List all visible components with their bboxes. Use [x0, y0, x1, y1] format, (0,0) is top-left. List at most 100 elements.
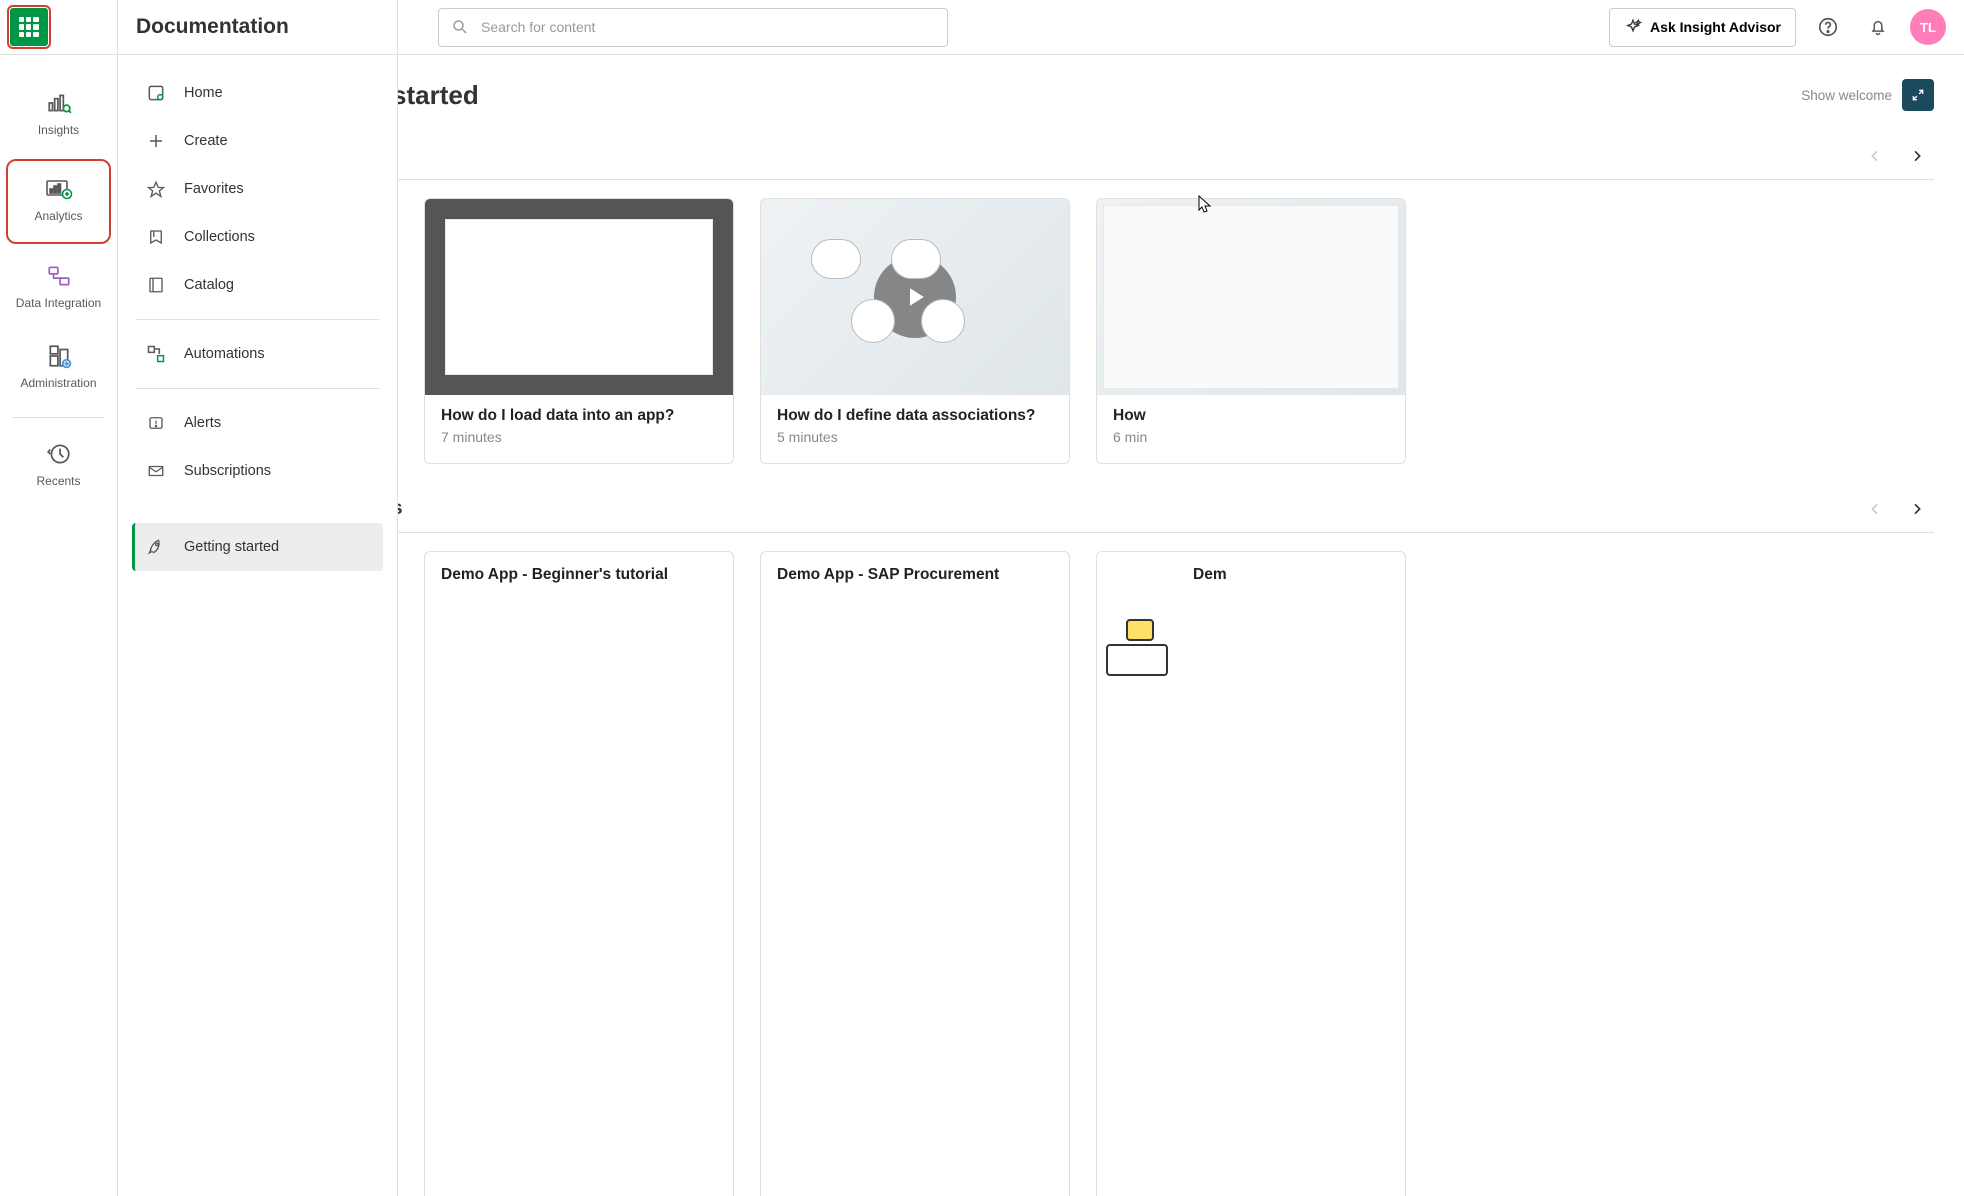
nav-item-catalog[interactable]: Catalog — [132, 261, 383, 309]
nav-label: Favorites — [184, 181, 244, 197]
page-title: started — [398, 80, 479, 111]
chevron-right-icon — [1909, 148, 1925, 164]
show-welcome: Show welcome — [1801, 79, 1934, 111]
video-thumb — [425, 199, 733, 395]
video-card[interactable]: How 6 min — [1096, 198, 1406, 464]
search-icon — [451, 18, 469, 36]
automations-icon — [144, 342, 168, 366]
rail-label: Administration — [20, 376, 96, 390]
left-rail: Insights Analytics Data Integration Admi… — [0, 0, 118, 1196]
app-card-row: k TH DATA Visualization Sho — [398, 551, 1964, 1196]
rail-label: Data Integration — [16, 296, 101, 310]
show-welcome-label: Show welcome — [1801, 88, 1892, 103]
apps-section-title: s — [398, 498, 403, 520]
chevron-left-icon — [1867, 501, 1883, 517]
home-icon — [144, 81, 168, 105]
help-icon — [1817, 16, 1839, 38]
nav-item-collections[interactable]: Collections — [132, 213, 383, 261]
nav-label: Collections — [184, 229, 255, 245]
nav-item-automations[interactable]: Automations — [132, 330, 383, 378]
rail-top — [0, 0, 118, 55]
apps-prev-button[interactable] — [1858, 492, 1892, 526]
videos-prev-button[interactable] — [1858, 139, 1892, 173]
nav-label: Create — [184, 133, 228, 149]
content-area: started Show welcome — [398, 55, 1964, 1196]
card-title: Demo App - Beginner's tutorial — [441, 566, 668, 584]
rail-item-analytics[interactable]: Analytics — [6, 159, 111, 243]
rocket-icon — [144, 535, 168, 559]
sparkle-icon — [1624, 18, 1642, 36]
recents-icon — [45, 440, 73, 468]
app-thumb — [1097, 552, 1177, 748]
search-input[interactable] — [481, 19, 935, 35]
plus-icon — [144, 129, 168, 153]
video-card[interactable]: How do I define data associations? 5 min… — [760, 198, 1070, 464]
video-card[interactable]: How do I load data into an app? 7 minute… — [424, 198, 734, 464]
videos-next-button[interactable] — [1900, 139, 1934, 173]
nav-label: Subscriptions — [184, 463, 271, 479]
app-card[interactable]: (YTD)M 2.7M Margin (YTD)43.7% Avg Sales2… — [424, 551, 734, 1196]
data-integration-icon — [45, 262, 73, 290]
rail-item-recents[interactable]: Recents — [0, 426, 117, 506]
keyboard-icon — [1097, 610, 1177, 690]
videos-pager — [1858, 139, 1934, 173]
search-box[interactable] — [438, 8, 948, 47]
administration-icon — [45, 342, 73, 370]
nav-label: Home — [184, 85, 223, 101]
mail-icon — [144, 459, 168, 483]
collections-icon — [144, 225, 168, 249]
app-card[interactable]: Demo App - SAP Procurement — [760, 551, 1070, 1196]
rail-item-insights[interactable]: Insights — [0, 75, 117, 155]
nav-label: Alerts — [184, 415, 221, 431]
video-thumb — [761, 199, 1069, 395]
video-card-row: ate an app? How do I load data into an a… — [398, 198, 1964, 464]
chevron-left-icon — [1867, 148, 1883, 164]
rail-label: Insights — [38, 123, 79, 137]
bell-icon — [1868, 17, 1888, 37]
catalog-icon — [144, 273, 168, 297]
nav-item-alerts[interactable]: Alerts — [132, 399, 383, 447]
main: Ask Insight Advisor TL started Show welc… — [398, 0, 1964, 1196]
topbar: Ask Insight Advisor TL — [398, 0, 1964, 55]
nav-label: Automations — [184, 346, 265, 362]
nav-item-create[interactable]: Create — [132, 117, 383, 165]
sidenav-title: Documentation — [118, 0, 397, 55]
card-duration: 5 minutes — [777, 429, 1053, 445]
videos-section: ate an app? How do I load data into an a… — [398, 139, 1964, 464]
card-title: Demo App - SAP Procurement — [777, 566, 999, 584]
apps-pager — [1858, 492, 1934, 526]
card-title: How do I load data into an app? — [441, 407, 717, 425]
nav-label: Getting started — [184, 539, 279, 555]
card-title: How — [1113, 407, 1389, 425]
nav-item-favorites[interactable]: Favorites — [132, 165, 383, 213]
rail-item-data-integration[interactable]: Data Integration — [0, 248, 117, 328]
notifications-button[interactable] — [1860, 9, 1896, 45]
star-icon — [144, 177, 168, 201]
video-thumb — [1097, 199, 1405, 395]
app-card[interactable]: Dem — [1096, 551, 1406, 1196]
avatar-initials: TL — [1920, 20, 1936, 35]
nav-item-subscriptions[interactable]: Subscriptions — [132, 447, 383, 495]
card-duration: 7 minutes — [441, 429, 717, 445]
apps-section: s k TH D — [398, 492, 1964, 1196]
nav-label: Catalog — [184, 277, 234, 293]
expand-welcome-button[interactable] — [1902, 79, 1934, 111]
chevron-right-icon — [1909, 501, 1925, 517]
card-duration: 6 min — [1113, 429, 1389, 445]
ask-label: Ask Insight Advisor — [1650, 19, 1781, 35]
nav-item-getting-started[interactable]: Getting started — [132, 523, 383, 571]
nav-item-home[interactable]: Home — [132, 69, 383, 117]
expand-icon — [1911, 88, 1925, 102]
app-launcher-button[interactable] — [10, 8, 48, 46]
rail-label: Analytics — [34, 209, 82, 223]
rail-label: Recents — [36, 474, 80, 488]
user-avatar[interactable]: TL — [1910, 9, 1946, 45]
analytics-icon — [45, 175, 73, 203]
help-button[interactable] — [1810, 9, 1846, 45]
alerts-icon — [144, 411, 168, 435]
rail-item-administration[interactable]: Administration — [0, 328, 117, 408]
card-title: How do I define data associations? — [777, 407, 1053, 425]
sidenav: Documentation Home Create Favorites — [118, 0, 398, 1196]
ask-insight-advisor-button[interactable]: Ask Insight Advisor — [1609, 8, 1796, 47]
apps-next-button[interactable] — [1900, 492, 1934, 526]
